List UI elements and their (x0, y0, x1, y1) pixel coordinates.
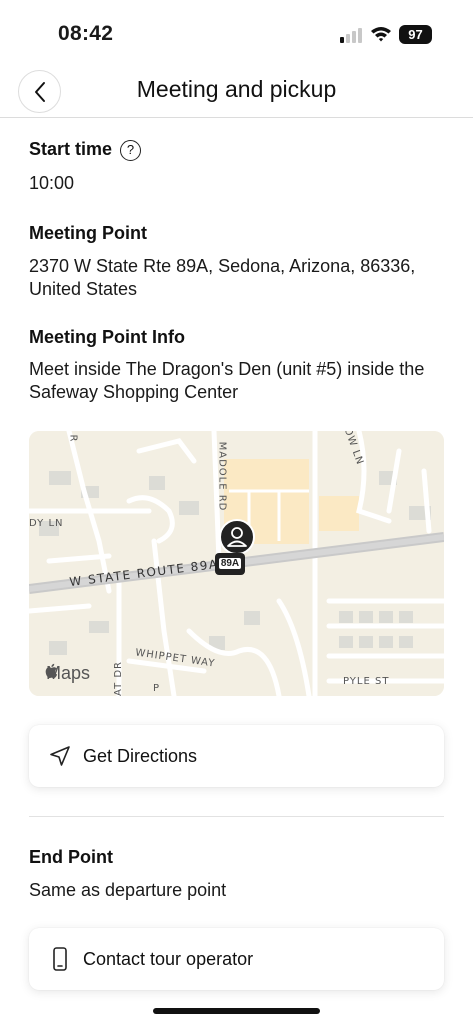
start-time-value: 10:00 (29, 173, 75, 193)
route-shield: 89A (215, 553, 245, 575)
help-icon[interactable]: ? (120, 140, 142, 161)
page-title: Meeting and pickup (136, 76, 337, 102)
cellular-signal-icon (340, 27, 364, 43)
phone-icon (49, 947, 71, 971)
street-label-pyle: PYLE ST (343, 676, 390, 687)
street-label-p: P (153, 683, 161, 694)
status-bar: 08:42 97 (0, 0, 473, 62)
home-indicator[interactable] (153, 1008, 320, 1014)
wifi-icon (370, 25, 392, 43)
header: Meeting and pickup (0, 62, 473, 118)
meeting-info-title: Meeting Point Info (29, 327, 185, 347)
status-time: 08:42 (58, 22, 114, 45)
street-label-r: R (67, 434, 79, 443)
meeting-point-address: 2370 W State Rte 89A, Sedona, Arizona, 8… (29, 256, 416, 299)
contact-operator-button[interactable]: Contact tour operator (29, 928, 444, 990)
contact-operator-label: Contact tour operator (83, 948, 254, 969)
map-view[interactable]: R MADOLE RD OW LN DY LN W STATE ROUTE 89… (29, 431, 444, 696)
street-label-dy-ln: DY LN (29, 518, 64, 529)
meeting-point-title: Meeting Point (29, 223, 147, 243)
maps-brand: Maps (45, 663, 90, 684)
end-point-text: Same as departure point (29, 880, 227, 900)
divider (29, 816, 444, 817)
person-icon (227, 527, 247, 547)
location-pin[interactable] (219, 519, 255, 555)
end-point-title: End Point (29, 847, 113, 867)
street-label-at-dr: AT DR (113, 661, 124, 696)
start-time-heading: Start time? (29, 139, 142, 161)
get-directions-label: Get Directions (83, 745, 198, 766)
battery-indicator: 97 (399, 25, 432, 44)
start-time-title: Start time (29, 139, 113, 159)
meeting-info-text: Meet inside The Dragon's Den (unit #5) i… (29, 359, 425, 402)
get-directions-button[interactable]: Get Directions (29, 725, 444, 787)
street-label-madole: MADOLE RD (216, 441, 228, 512)
navigation-arrow-icon (49, 745, 71, 767)
